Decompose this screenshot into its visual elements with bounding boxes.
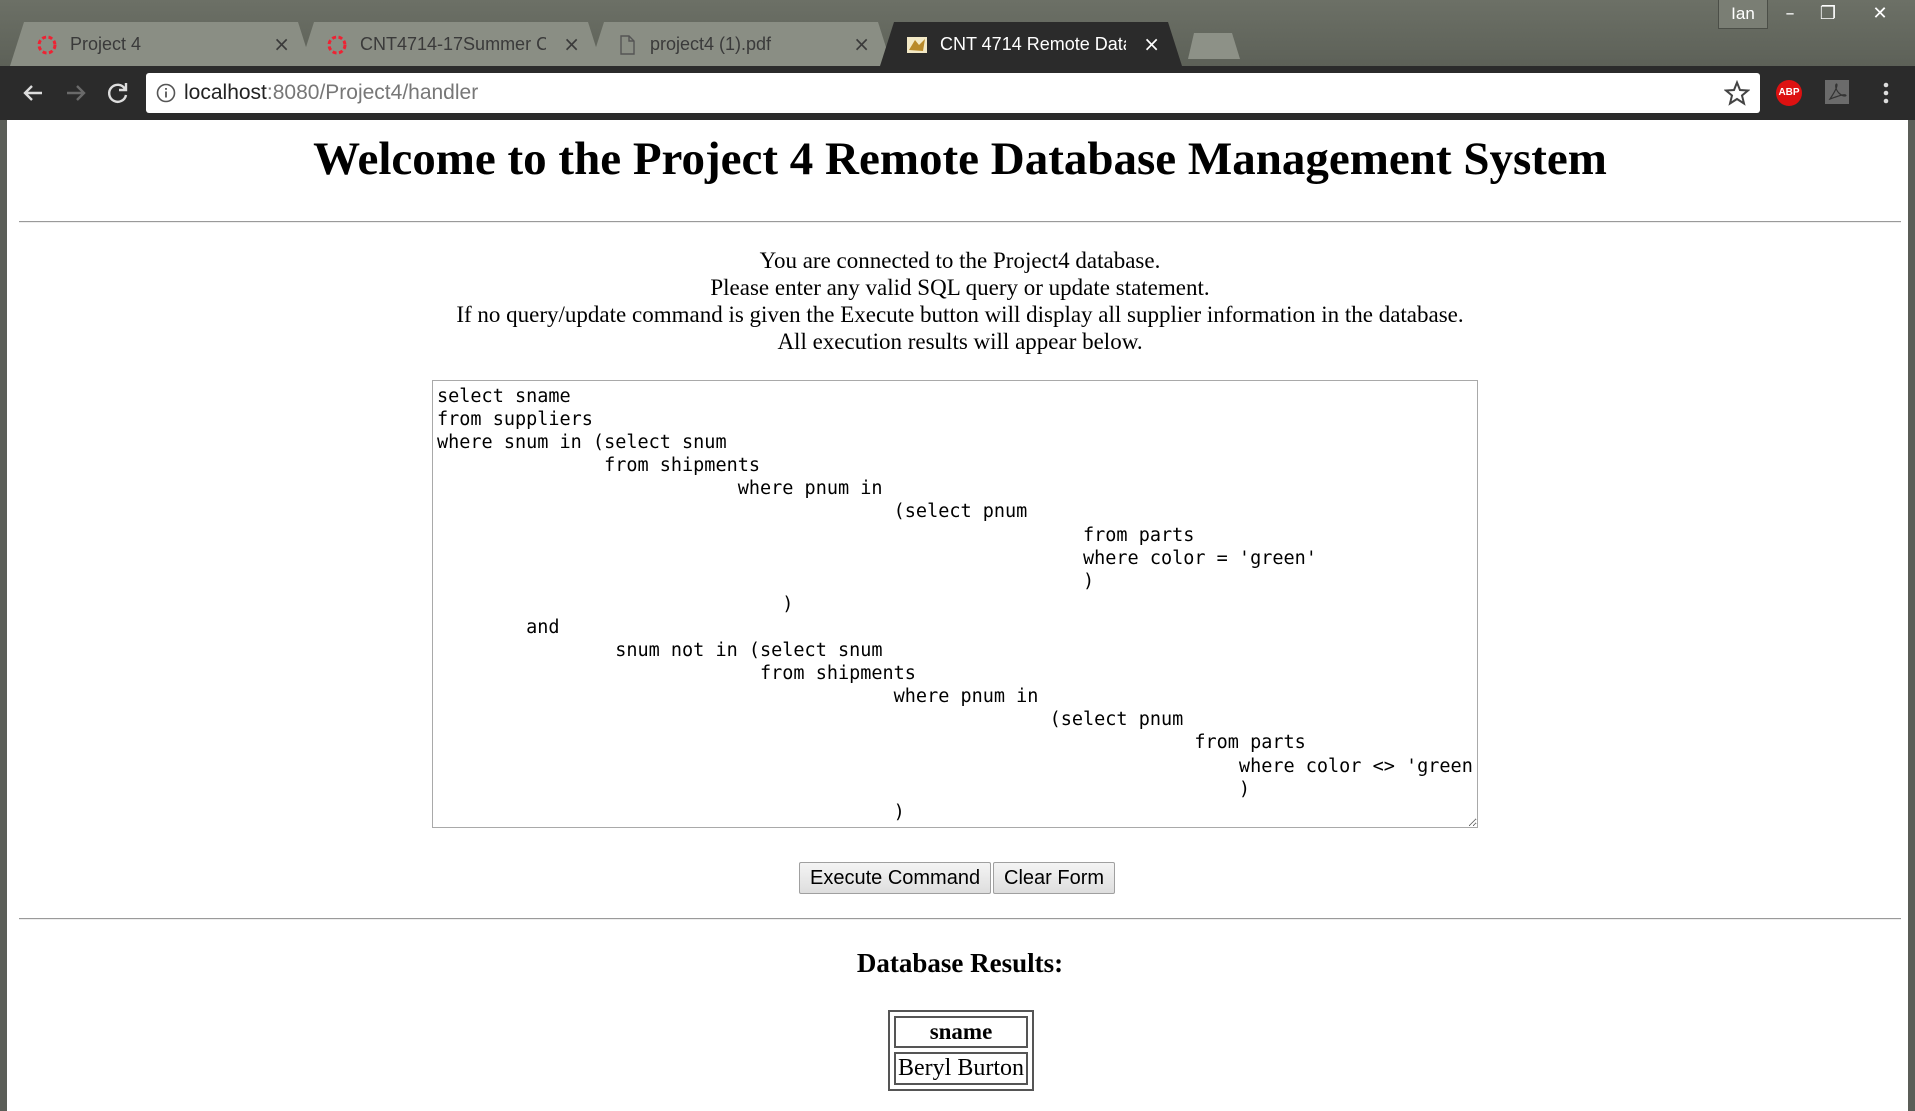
table-row: Beryl Burton [894, 1052, 1028, 1085]
tab-label: CNT 4714 Remote Datab [940, 34, 1126, 54]
tab-label: project4 (1).pdf [650, 34, 772, 54]
forward-arrow-icon[interactable] [63, 80, 89, 106]
webcourses-icon [326, 34, 348, 56]
reload-icon[interactable] [105, 80, 131, 106]
tab-project4-pdf[interactable]: project4 (1).pdf × [590, 22, 892, 66]
tab-cnt4714-remote-database[interactable]: CNT 4714 Remote Datab × [880, 22, 1182, 66]
intro-text: You are connected to the Project4 databa… [7, 247, 1913, 355]
url-text: localhost:8080/Project4/handler [184, 81, 478, 105]
tab-close-icon[interactable]: × [1143, 32, 1160, 56]
results-heading: Database Results: [856, 948, 1064, 978]
bookmark-star-icon[interactable] [1724, 80, 1750, 106]
tab-label: CNT4714-17Summer C0 [360, 34, 546, 54]
intro-line: Please enter any valid SQL query or upda… [710, 275, 1210, 300]
page-title: Welcome to the Project 4 Remote Database… [313, 133, 1607, 185]
browser-toolbar: localhost:8080/Project4/handler ABP [0, 66, 1915, 120]
minimize-button[interactable]: – [1772, 0, 1808, 28]
intro-line: You are connected to the Project4 databa… [759, 248, 1161, 273]
close-window-button[interactable]: ✕ [1862, 0, 1898, 28]
results-table: sname Beryl Burton [888, 1010, 1034, 1091]
tab-close-icon[interactable]: × [273, 32, 290, 56]
intro-line: If no query/update command is given the … [456, 302, 1464, 327]
menu-dots-icon[interactable] [1876, 78, 1896, 108]
info-icon[interactable] [156, 83, 176, 103]
tab-close-icon[interactable]: × [853, 32, 870, 56]
maximize-button[interactable]: ❐ [1810, 0, 1846, 28]
document-icon [616, 34, 638, 56]
new-tab-button[interactable] [1188, 33, 1240, 59]
clear-form-button[interactable]: Clear Form [993, 862, 1116, 894]
tab-close-icon[interactable]: × [563, 32, 580, 56]
url-host: localhost [184, 81, 267, 104]
address-bar[interactable]: localhost:8080/Project4/handler [146, 73, 1760, 113]
divider [19, 918, 1901, 920]
table-cell: Beryl Burton [894, 1052, 1028, 1085]
url-path: :8080/Project4/handler [266, 81, 479, 104]
intro-line: All execution results will appear below. [777, 329, 1143, 354]
profile-button[interactable]: Ian [1718, 0, 1768, 29]
webcourses-icon [36, 34, 58, 56]
adblock-plus-icon[interactable]: ABP [1776, 80, 1802, 106]
back-arrow-icon[interactable] [20, 80, 46, 106]
tab-strip: Ian – ❐ ✕ Project 4 × CNT4714-17Summer C… [0, 0, 1915, 66]
tab-label: Project 4 [70, 34, 142, 54]
tab-project-4[interactable]: Project 4 × [10, 22, 312, 66]
tomcat-icon [906, 34, 928, 56]
table-header-row: sname [894, 1016, 1028, 1048]
pdf-extension-icon[interactable] [1825, 80, 1849, 104]
execute-command-button[interactable]: Execute Command [799, 862, 992, 894]
sql-command-textarea[interactable] [432, 380, 1478, 828]
column-header-sname: sname [894, 1016, 1028, 1048]
divider [19, 221, 1901, 223]
page-content: Welcome to the Project 4 Remote Database… [7, 120, 1908, 1111]
tab-cnt4714-course[interactable]: CNT4714-17Summer C0 × [300, 22, 602, 66]
